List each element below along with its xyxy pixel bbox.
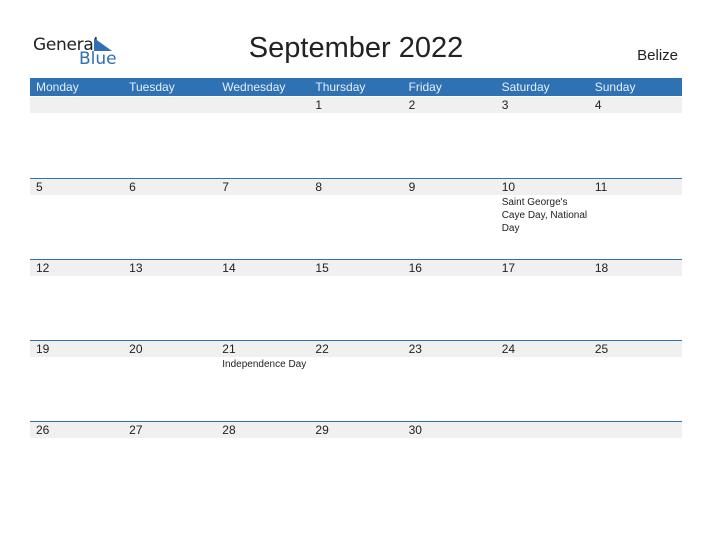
day-number: 16 — [408, 261, 422, 275]
day-number: 29 — [315, 423, 329, 437]
day-cell[interactable]: 10 Saint George's Caye Day, National Day — [496, 179, 589, 259]
weekday-saturday: Saturday — [501, 80, 550, 94]
day-number: 3 — [501, 98, 509, 112]
week-row: 5 6 7 8 9 10 Saint George's Caye Day, National… — [30, 178, 682, 259]
day-number: 8 — [315, 180, 323, 194]
day-cell[interactable]: 16 — [403, 260, 496, 340]
week-row: 26 27 28 29 30 — [30, 421, 682, 502]
day-number: 5 — [36, 180, 43, 194]
day-cell[interactable]: 29 — [309, 422, 402, 502]
day-number: 9 — [408, 180, 416, 194]
day-number: 26 — [36, 423, 50, 437]
holiday-label: Saint George's Caye Day, National Day — [501, 197, 588, 234]
day-cell[interactable]: 20 — [123, 341, 216, 421]
day-number: 17 — [501, 261, 516, 275]
day-number: 22 — [315, 342, 329, 356]
day-cell[interactable]: 17 — [496, 260, 589, 340]
day-number: 23 — [408, 342, 422, 356]
weekday-sunday: Sunday — [594, 80, 636, 94]
country-label: Belize — [637, 47, 678, 64]
day-cell[interactable]: 30 — [403, 422, 496, 502]
day-cell[interactable]: 15 — [309, 260, 402, 340]
day-number: 15 — [315, 261, 329, 275]
day-cell[interactable] — [496, 422, 589, 502]
day-cell[interactable]: 19 — [30, 341, 123, 421]
day-cell[interactable]: 22 — [309, 341, 402, 421]
day-cell[interactable]: 1 — [309, 97, 402, 177]
day-cell[interactable]: 5 — [30, 179, 123, 259]
day-number: 28 — [222, 423, 236, 437]
day-number: 11 — [594, 180, 608, 194]
day-cell[interactable]: 26 — [30, 422, 123, 502]
weekday-wednesday: Wednesday — [222, 80, 286, 94]
day-cell[interactable]: 24 — [496, 341, 589, 421]
day-number: 14 — [222, 261, 236, 275]
day-cell[interactable]: 9 — [403, 179, 496, 259]
day-cell[interactable]: 3 — [496, 97, 589, 177]
day-cell[interactable]: 8 — [309, 179, 402, 259]
week-row: 19 20 21 Independence Day 22 23 24 25 — [30, 340, 682, 421]
day-cell[interactable]: 7 — [216, 179, 309, 259]
day-number: 18 — [594, 261, 609, 275]
weekday-thursday: Thursday — [315, 80, 366, 94]
day-number: 6 — [129, 180, 136, 194]
day-number: 13 — [129, 261, 143, 275]
day-cell[interactable]: 23 — [403, 341, 496, 421]
day-cell[interactable]: 4 — [589, 97, 682, 177]
day-number: 4 — [594, 98, 602, 112]
day-cell[interactable]: 2 — [403, 97, 496, 177]
day-cell[interactable]: 12 — [30, 260, 123, 340]
holiday-label: Independence Day — [222, 359, 307, 370]
day-number: 10 — [501, 180, 516, 194]
day-cell[interactable] — [30, 97, 123, 177]
day-cell[interactable]: 18 — [589, 260, 682, 340]
day-number: 27 — [129, 423, 143, 437]
day-cell[interactable]: 27 — [123, 422, 216, 502]
weekday-header: Monday Tuesday Wednesday Thursday Friday… — [30, 78, 682, 96]
day-number: 7 — [222, 180, 229, 194]
day-cell[interactable]: 11 — [589, 179, 682, 259]
day-number: 19 — [36, 342, 50, 356]
day-cell[interactable] — [216, 97, 309, 177]
day-number: 2 — [408, 98, 416, 112]
day-number: 25 — [594, 342, 609, 356]
week-row: 1 2 3 4 — [30, 97, 682, 177]
day-number: 21 — [222, 342, 236, 356]
day-cell[interactable]: 25 — [589, 341, 682, 421]
page-title: September 2022 — [248, 32, 464, 64]
day-number: 1 — [315, 98, 323, 112]
day-number: 24 — [501, 342, 516, 356]
calendar-page: General Blue September 2022 Belize Monda… — [0, 0, 712, 550]
day-number: 20 — [129, 342, 143, 356]
day-number: 30 — [408, 423, 422, 437]
day-cell[interactable]: 21 Independence Day — [216, 341, 309, 421]
day-cell[interactable]: 28 — [216, 422, 309, 502]
day-number: 12 — [36, 261, 50, 275]
weekday-friday: Friday — [408, 80, 442, 94]
day-cell[interactable]: 14 — [216, 260, 309, 340]
day-cell[interactable] — [123, 97, 216, 177]
weekday-monday: Monday — [36, 80, 79, 94]
day-cell[interactable]: 6 — [123, 179, 216, 259]
weekday-tuesday: Tuesday — [129, 80, 175, 94]
day-cell[interactable] — [589, 422, 682, 502]
week-row: 12 13 14 15 16 17 18 — [30, 259, 682, 340]
day-cell[interactable]: 13 — [123, 260, 216, 340]
